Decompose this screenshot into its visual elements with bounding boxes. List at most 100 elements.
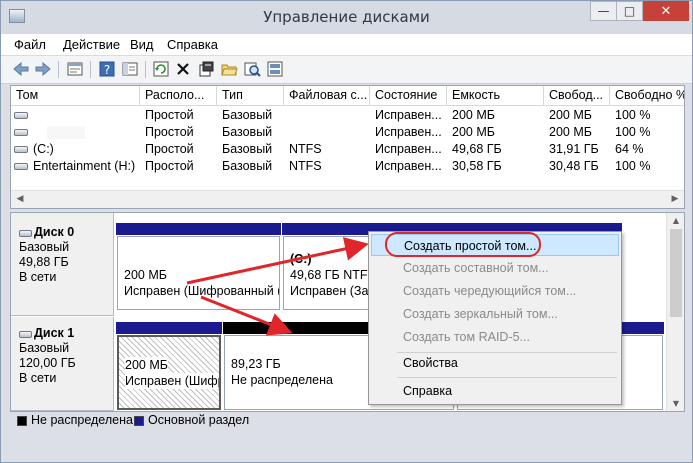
scroll-up-icon[interactable]: ▲ — [670, 216, 682, 225]
highlight-ellipse — [385, 232, 541, 257]
legend-swatch-primary — [134, 416, 144, 426]
back-arrow-icon[interactable] — [12, 60, 30, 78]
cell-filesystem: NTFS — [289, 159, 322, 173]
cell-type: Базовый — [222, 142, 273, 156]
scroll-thumb[interactable] — [670, 229, 682, 317]
show-hide-icon[interactable] — [121, 60, 139, 78]
column-header-filesystem[interactable]: Файловая с... — [283, 86, 369, 105]
disk-size: 120,00 ГБ — [19, 356, 76, 370]
disk-icon — [19, 331, 32, 338]
drive-icon — [14, 146, 28, 153]
table-row[interactable]: Entertainment (H:) Простой Базовый NTFS … — [11, 158, 684, 175]
cell-status: Исправен... — [375, 125, 442, 139]
cell-free-space: 200 МБ — [549, 108, 592, 122]
cell-volume: Entertainment (H:) — [33, 159, 136, 173]
partition-size: 200 МБ — [124, 268, 167, 282]
disk-type: Базовый — [19, 240, 70, 254]
column-header-type[interactable]: Тип — [216, 86, 283, 105]
cell-layout: Простой — [145, 108, 194, 122]
partition-status: Исправен (Шифр — [125, 373, 219, 389]
help-icon[interactable]: ? — [98, 60, 116, 78]
menu-bar: Файл Действие Вид Справка — [1, 33, 692, 56]
cell-free-percent: 100 % — [615, 108, 651, 122]
disk-0-info[interactable]: Диск 0 Базовый 49,88 ГБ В сети — [11, 213, 114, 316]
delete-icon[interactable] — [174, 60, 192, 78]
minimize-button[interactable]: — — [590, 1, 617, 21]
cell-free-space: 200 МБ — [549, 125, 592, 139]
column-header-volume[interactable]: Том — [11, 86, 139, 105]
partition-status: Исправен (Шифрованный ( — [124, 284, 280, 298]
menu-view[interactable]: Вид — [130, 37, 154, 52]
cell-free-percent: 100 % — [615, 125, 651, 139]
horizontal-scrollbar[interactable]: ◀ ▶ — [11, 190, 684, 208]
scroll-right-icon[interactable]: ▶ — [668, 193, 682, 206]
cell-filesystem: NTFS — [289, 142, 322, 156]
disk-1-info[interactable]: Диск 1 Базовый 120,00 ГБ В сети — [11, 317, 114, 411]
cell-free-percent: 100 % — [615, 159, 651, 173]
drive-icon — [14, 163, 28, 170]
partition-bar — [116, 322, 222, 334]
menu-help[interactable]: Справка — [167, 37, 218, 52]
cell-type: Базовый — [222, 108, 273, 122]
column-header-free-percent[interactable]: Свободно % — [609, 86, 684, 105]
disk-status: В сети — [19, 270, 57, 284]
menu-item-create-spanned-volume: Создать составной том... — [403, 261, 549, 275]
cell-status: Исправен... — [375, 159, 442, 173]
refresh-icon[interactable] — [152, 60, 170, 78]
table-row[interactable]: Простой Базовый Исправен... 200 МБ 200 М… — [11, 107, 684, 124]
legend-label: Основной раздел — [148, 413, 250, 427]
cell-type: Базовый — [222, 125, 273, 139]
disk-status: В сети — [19, 371, 57, 385]
properties-sheet-icon[interactable] — [197, 60, 215, 78]
legend-label: Не распределена — [31, 413, 133, 427]
table-row[interactable]: (C:) Простой Базовый NTFS Исправен... 49… — [11, 141, 684, 158]
drive-icon — [14, 129, 28, 136]
menu-item-create-mirrored-volume: Создать зеркальный том... — [403, 307, 558, 321]
cell-free-space: 30,48 ГБ — [549, 159, 599, 173]
menu-file[interactable]: Файл — [14, 37, 46, 52]
menu-item-properties[interactable]: Свойства — [371, 352, 619, 374]
cell-status: Исправен... — [375, 142, 442, 156]
column-header-layout[interactable]: Располо... — [139, 86, 216, 105]
column-header-free-space[interactable]: Свобод... — [543, 86, 609, 105]
scroll-left-icon[interactable]: ◀ — [13, 193, 27, 206]
table-row[interactable]: Простой Базовый Исправен... 200 МБ 200 М… — [11, 124, 684, 141]
menu-item-help[interactable]: Справка — [371, 380, 619, 402]
partition-disk1-reserved[interactable]: 200 МБ Исправен (Шифр — [116, 322, 222, 411]
title-bar[interactable]: Управление дисками — □ ✕ — [1, 1, 692, 33]
disk-name: Диск 1 — [34, 326, 75, 340]
open-folder-icon[interactable] — [220, 60, 238, 78]
cell-layout: Простой — [145, 159, 194, 173]
menu-separator — [397, 377, 617, 378]
cell-capacity: 30,58 ГБ — [452, 159, 502, 173]
menu-action[interactable]: Действие — [63, 37, 120, 52]
redacted-label — [47, 126, 85, 139]
legend-swatch-unallocated — [17, 416, 27, 426]
menu-item-create-raid5-volume: Создать том RAID-5... — [403, 330, 530, 344]
explore-icon[interactable] — [243, 60, 261, 78]
vertical-scrollbar[interactable]: ▲ ▼ — [666, 213, 684, 411]
cell-layout: Простой — [145, 142, 194, 156]
properties-icon[interactable] — [66, 60, 84, 78]
disk-management-window: Управление дисками — □ ✕ Файл Действие В… — [0, 0, 693, 463]
partition-disk0-reserved[interactable]: 200 МБ Исправен (Шифрованный ( — [116, 223, 281, 311]
volume-table-header: Том Располо... Тип Файловая с... Состоян… — [11, 86, 684, 106]
legend: Не распределена Основной раздел — [10, 412, 685, 430]
cell-capacity: 200 МБ — [452, 108, 495, 122]
scroll-down-icon[interactable]: ▼ — [670, 399, 682, 408]
maximize-button[interactable]: □ — [616, 1, 643, 21]
partition-bar — [116, 223, 281, 235]
rescan-icon[interactable] — [266, 60, 284, 78]
forward-arrow-icon[interactable] — [34, 60, 52, 78]
cell-layout: Простой — [145, 125, 194, 139]
column-header-capacity[interactable]: Емкость — [446, 86, 543, 105]
partition-size: 200 МБ — [125, 357, 168, 373]
status-bar — [1, 434, 692, 462]
disk-icon — [19, 230, 32, 237]
context-menu: Создать простой том... Создать составной… — [368, 231, 622, 405]
cell-capacity: 200 МБ — [452, 125, 495, 139]
cell-free-percent: 64 % — [615, 142, 644, 156]
cell-capacity: 49,68 ГБ — [452, 142, 502, 156]
column-header-status[interactable]: Состояние — [369, 86, 446, 105]
close-button[interactable]: ✕ — [643, 1, 689, 21]
